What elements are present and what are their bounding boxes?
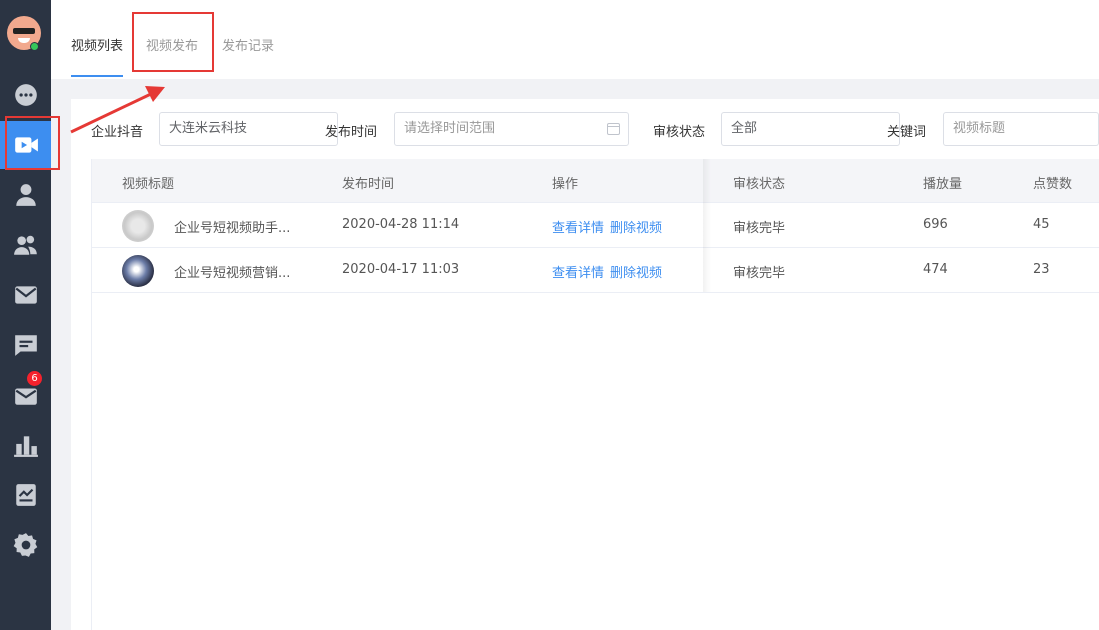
sidebar-item-chat[interactable] <box>0 71 51 119</box>
unread-badge: 6 <box>27 371 42 386</box>
mail-icon <box>14 286 37 304</box>
publish-time-label: 发布时间 <box>325 125 378 140</box>
message-icon <box>14 335 37 356</box>
table-row: 企业号短视频助手... 2020-04-28 11:14 查看详情 删除视频 审核… <box>92 203 1099 248</box>
tab-publish-records[interactable]: 发布记录 <box>222 35 274 54</box>
highlight-box-video-nav <box>5 116 60 170</box>
video-table: 视频标题 发布时间 操作 审核状态 播放量 点赞数 企业号短视频助手... 20… <box>91 159 1099 630</box>
view-details-link[interactable]: 查看详情 <box>552 266 604 281</box>
enterprise-select[interactable]: 大连米云科技 <box>159 112 338 146</box>
sidebar-item-settings[interactable] <box>0 521 51 569</box>
time-range-picker[interactable]: 请选择时间范围 <box>394 112 629 146</box>
table-row: 企业号短视频营销... 2020-04-17 11:03 查看详情 删除视频 审核… <box>92 248 1099 293</box>
sidebar-item-mail[interactable] <box>0 271 51 319</box>
video-thumbnail[interactable] <box>122 255 154 287</box>
audit-status: 审核完毕 <box>733 266 786 281</box>
user-icon <box>15 184 36 206</box>
table-header: 视频标题 发布时间 操作 审核状态 播放量 点赞数 <box>92 159 1099 203</box>
sidebar-item-inbox[interactable]: 6 <box>0 371 51 419</box>
view-details-link[interactable]: 查看详情 <box>552 221 604 236</box>
gear-icon <box>13 533 37 557</box>
col-header-title: 视频标题 <box>122 177 175 192</box>
col-header-likes: 点赞数 <box>1033 177 1073 192</box>
sidebar-item-users[interactable] <box>0 221 51 269</box>
col-header-plays: 播放量 <box>923 177 963 192</box>
delete-video-link[interactable]: 删除视频 <box>610 266 662 281</box>
smile-icon <box>18 38 30 43</box>
keyword-input[interactable]: 视频标题 <box>943 112 1099 146</box>
play-count: 696 <box>923 217 948 232</box>
bar-chart-icon <box>13 436 38 457</box>
sunglasses-icon <box>13 28 35 34</box>
delete-video-link[interactable]: 删除视频 <box>610 221 662 236</box>
row-actions: 查看详情 删除视频 <box>552 217 668 236</box>
audit-status-label: 审核状态 <box>653 125 706 140</box>
audit-status-select[interactable]: 全部 <box>721 112 900 146</box>
report-icon <box>15 484 36 506</box>
sidebar-item-message[interactable] <box>0 321 51 369</box>
like-count: 23 <box>1033 262 1050 277</box>
users-icon <box>13 235 37 255</box>
col-header-time: 发布时间 <box>342 177 395 192</box>
sidebar-item-user[interactable] <box>0 171 51 219</box>
sidebar-item-report[interactable] <box>0 471 51 519</box>
like-count: 45 <box>1033 217 1050 232</box>
publish-time: 2020-04-28 11:14 <box>342 217 460 232</box>
annotation-arrow-icon <box>70 86 165 134</box>
row-actions: 查看详情 删除视频 <box>552 262 668 281</box>
fixed-column-shadow <box>703 159 711 292</box>
sidebar-item-stats[interactable] <box>0 421 51 469</box>
audit-status: 审核完毕 <box>733 221 786 236</box>
calendar-icon <box>607 123 620 135</box>
chat-bubble-icon <box>14 84 37 106</box>
col-header-actions: 操作 <box>552 177 579 192</box>
keyword-label: 关键词 <box>887 125 927 140</box>
video-title[interactable]: 企业号短视频营销... <box>174 262 290 281</box>
col-header-status: 审核状态 <box>733 177 786 192</box>
video-thumbnail[interactable] <box>122 210 154 242</box>
tab-video-list[interactable]: 视频列表 <box>71 35 123 54</box>
time-range-placeholder: 请选择时间范围 <box>404 121 496 136</box>
sidebar: 6 <box>0 0 51 630</box>
online-status-dot <box>30 42 39 51</box>
play-count: 474 <box>923 262 948 277</box>
video-title[interactable]: 企业号短视频助手... <box>174 217 290 236</box>
highlight-box-publish-tab <box>132 12 214 72</box>
publish-time: 2020-04-17 11:03 <box>342 262 460 277</box>
